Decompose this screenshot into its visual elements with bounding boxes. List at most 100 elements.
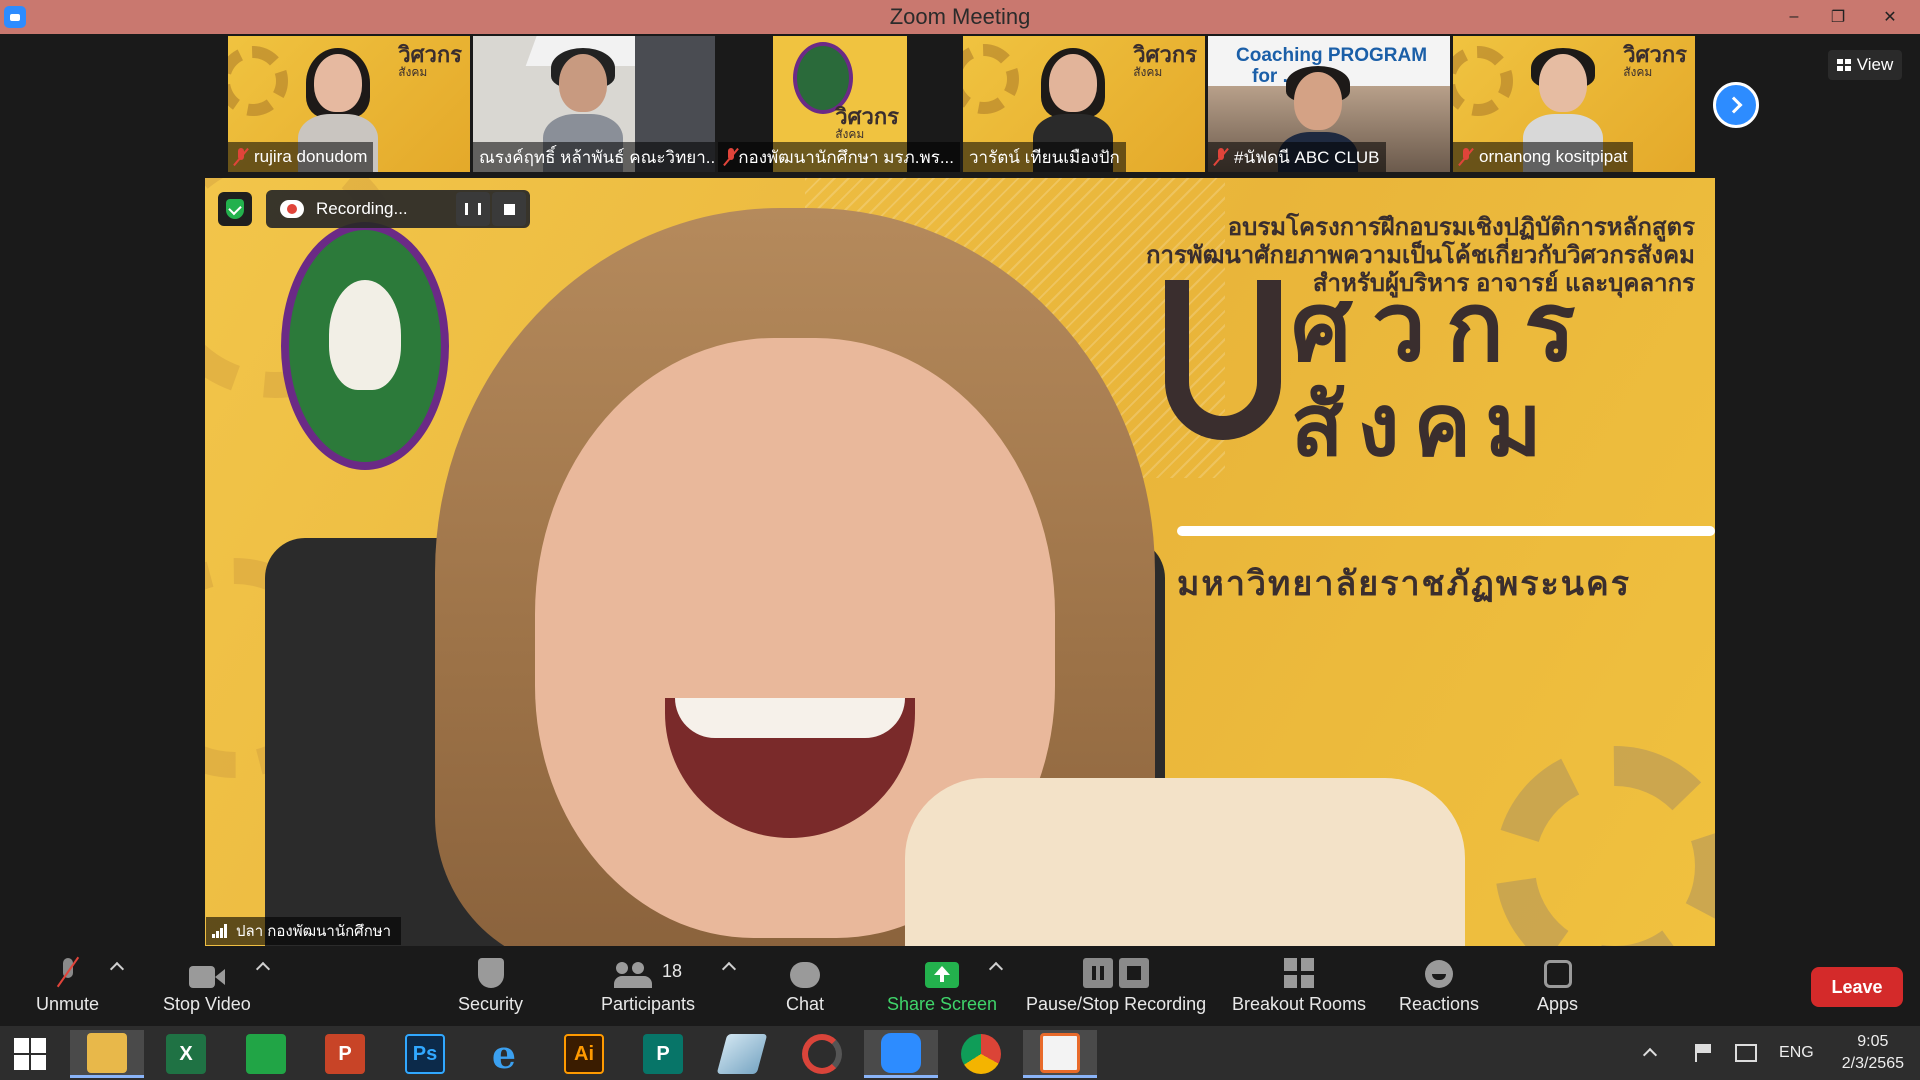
university-seal-icon [281,222,449,470]
grid-view-icon [1836,59,1851,71]
action-center-flag-icon[interactable] [1695,1044,1715,1062]
audio-options-caret[interactable] [109,961,125,977]
speaker-name-label: ปลา กองพัฒนานักศึกษา [206,917,402,945]
share-screen-button[interactable]: Share Screen [887,954,997,1015]
participant-strip: วิศวกร สังคม rujira donudom ณรงค์ฤทธิ์ หล… [228,36,1695,174]
windows-start-icon[interactable] [14,1038,46,1070]
active-speaker-video[interactable]: อบรมโครงการฝึกอบรมเชิงปฏิบัติการหลักสูตร… [205,178,1715,946]
minimize-button[interactable]: – [1772,0,1816,34]
participant-thumbnail[interactable]: วิศวกร สังคม กองพัฒนานักศึกษา มรภ.พร... [718,36,960,172]
taskbar-photos[interactable] [1023,1030,1097,1078]
video-options-caret[interactable] [255,961,271,977]
participant-label: ornanong kositpipat [1453,142,1634,172]
taskbar-internet-explorer[interactable]: e [467,1030,541,1078]
slide-university-name: มหาวิทยาลัยราชภัฏพระนคร [1177,565,1632,603]
chat-button[interactable]: Chat [786,954,824,1015]
taskbar-file-explorer[interactable] [70,1030,144,1078]
participants-button[interactable]: 18 Participants [601,954,695,1015]
participant-thumbnail[interactable]: ณรงค์ฤทธิ์ หล้าพันธ์ คณะวิทยา... [473,36,715,172]
network-icon[interactable] [1735,1044,1758,1062]
taskbar-photoshop[interactable]: Ps [388,1030,462,1078]
encryption-shield-icon[interactable] [218,192,252,226]
unmute-button[interactable]: Unmute [36,954,99,1015]
gear-decoration [1495,746,1715,946]
restore-button[interactable]: ❐ [1816,0,1860,34]
view-button[interactable]: View [1828,50,1902,80]
participants-count: 18 [662,960,683,981]
slide-divider [1177,526,1715,536]
mic-muted-icon [234,148,248,166]
participant-thumbnail[interactable]: วิศวกร สังคม ornanong kositpipat [1453,36,1695,172]
recording-indicator: Recording... [266,190,530,228]
system-tray: ENG 9:05 2/3/2565 [1642,1026,1920,1080]
stop-recording-button[interactable] [492,192,526,226]
folder-icon [87,1032,127,1073]
presenter-teeth [675,698,905,738]
stop-video-button[interactable]: Stop Video [163,954,251,1015]
close-button[interactable]: ✕ [1860,0,1920,34]
publisher-icon: P [643,1034,683,1074]
apps-button[interactable]: Apps [1537,954,1578,1015]
share-screen-icon [925,962,960,988]
chat-bubble-icon [790,962,821,988]
participant-thumbnail[interactable]: Coaching PROGRAMfor ...urer #นัฟดนี ABC … [1208,36,1450,172]
chrome-icon [961,1034,1001,1074]
leave-button[interactable]: Leave [1811,967,1903,1007]
input-language[interactable]: ENG [1779,1044,1814,1062]
participant-label: rujira donudom [228,142,374,172]
participant-label: วารัตน์ เทียนเมืองปัก [963,142,1126,172]
powerpoint-icon: P [325,1034,365,1074]
system-clock[interactable]: 9:05 2/3/2565 [1842,1031,1904,1075]
window-title: Zoom Meeting [889,4,1031,29]
taskbar-app-9[interactable] [705,1030,779,1078]
windows-taskbar: X P Ps e Ai P ENG 9:05 2/3/2565 [0,1026,1920,1080]
taskbar-chrome[interactable] [944,1030,1018,1078]
taskbar-powerpoint[interactable]: P [308,1030,382,1078]
show-hidden-icons-icon[interactable] [1642,1047,1658,1063]
presenter-shirt [905,778,1465,946]
thumbnail-slide-text: วิศวกร สังคม [398,42,462,79]
taskbar-photoscape[interactable] [785,1030,859,1078]
pause-recording-button[interactable] [456,192,490,226]
thumbnail-slide-text: วิศวกร สังคม [1623,42,1687,79]
reactions-button[interactable]: Reactions [1399,954,1479,1015]
smiley-icon [1425,960,1454,988]
mic-muted-icon [58,958,78,988]
next-page-button[interactable] [1713,82,1759,128]
participant-thumbnail[interactable]: วิศวกร สังคม rujira donudom [228,36,470,172]
mic-muted-icon [1214,148,1228,166]
taskbar-excel[interactable]: X [149,1030,223,1078]
pause-stop-recording-button[interactable]: Pause/Stop Recording [1026,954,1206,1015]
store-icon [246,1034,286,1074]
taskbar-zoom[interactable] [864,1030,938,1078]
thumbnail-slide-text: วิศวกร สังคม [1133,42,1197,79]
chevron-right-icon [1725,96,1743,114]
zoom-app-icon [4,6,26,28]
thumbnail-slide-text: วิศวกร สังคม [835,104,899,141]
photoscape-icon [802,1034,842,1074]
shield-icon [477,958,504,988]
internet-explorer-icon: e [491,1031,517,1077]
mic-muted-icon [724,148,735,166]
mic-muted-icon [1459,148,1473,166]
slide-title: ศวกร สังคม [1291,274,1596,475]
cloud-recording-icon [280,200,304,218]
taskbar-illustrator[interactable]: Ai [547,1030,621,1078]
signal-strength-icon [212,924,228,938]
window-controls: – ❐ ✕ [1772,0,1920,34]
participant-thumbnail[interactable]: วิศวกร สังคม วารัตน์ เทียนเมืองปัก [963,36,1205,172]
breakout-rooms-icon [1284,958,1315,988]
app-icon [716,1034,768,1074]
taskbar-store[interactable] [229,1030,303,1078]
participants-options-caret[interactable] [721,961,737,977]
zoom-icon [881,1032,921,1073]
pause-icon [1083,958,1114,988]
illustrator-icon: Ai [564,1034,604,1074]
meeting-toolbar: Unmute Stop Video Security 18 Participan… [0,948,1920,1024]
breakout-rooms-button[interactable]: Breakout Rooms [1232,954,1366,1015]
taskbar-publisher[interactable]: P [626,1030,700,1078]
security-button[interactable]: Security [458,954,523,1015]
participant-label: ณรงค์ฤทธิ์ หล้าพันธ์ คณะวิทยา... [473,142,715,172]
participant-label: #นัฟดนี ABC CLUB [1208,142,1386,172]
stop-icon [1119,958,1150,988]
